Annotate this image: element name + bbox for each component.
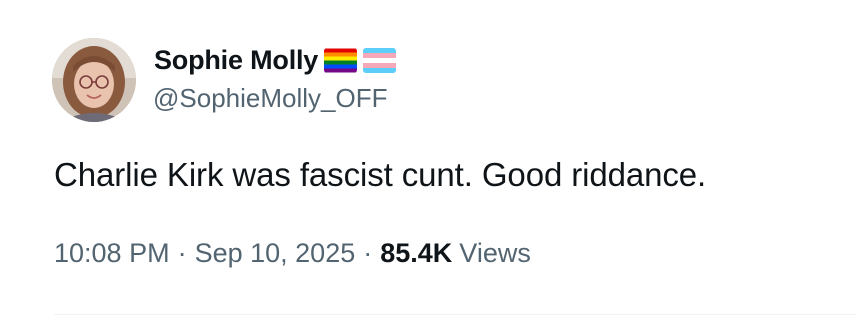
author-display-name[interactable]: Sophie Molly: [154, 45, 318, 76]
tweet-time: 10:08 PM: [54, 238, 170, 268]
tweet-date: Sep 10, 2025: [194, 238, 356, 268]
tweet-text: Charlie Kirk was fascist cunt. Good ridd…: [54, 156, 707, 193]
tweet-timestamp-link[interactable]: 10:08 PM · Sep 10, 2025: [54, 238, 355, 269]
author-handle[interactable]: @SophieMolly_OFF: [153, 83, 387, 114]
avatar[interactable]: [52, 38, 136, 122]
tweet-metadata: 10:08 PM · Sep 10, 2025 · 85.4K Views: [54, 238, 531, 269]
views-label: Views: [459, 238, 531, 268]
separator: ·: [363, 238, 373, 268]
tweet: Sophie Molly @SophieMolly_OFF Charlie Ki…: [0, 0, 856, 322]
views-count[interactable]: 85.4K: [380, 238, 452, 269]
author-name-row: Sophie Molly: [154, 42, 397, 78]
rainbow-pride-flag-icon: [324, 48, 358, 73]
avatar-photo: [52, 38, 136, 122]
separator: ·: [177, 238, 187, 268]
transgender-flag-icon: [363, 47, 397, 73]
divider: [54, 314, 856, 315]
